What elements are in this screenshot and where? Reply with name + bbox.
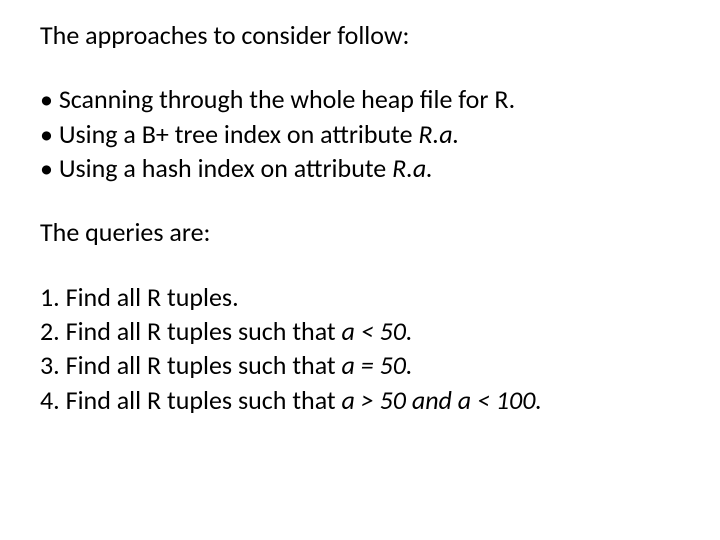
text: 1. Find all R tuples. bbox=[40, 281, 239, 313]
text: • Using a hash index on attribute bbox=[40, 152, 392, 184]
italic-text: a < 50. bbox=[342, 315, 413, 347]
intro-text: The approaches to consider follow: bbox=[40, 18, 680, 52]
query-item: 1. Find all R tuples. bbox=[40, 280, 680, 314]
approach-item: • Using a hash index on attribute R.a. bbox=[40, 151, 680, 185]
slide: The approaches to consider follow: • Sca… bbox=[0, 0, 720, 540]
queries-list: 1. Find all R tuples. 2. Find all R tupl… bbox=[40, 280, 680, 417]
text: 3. Find all R tuples such that bbox=[40, 349, 342, 381]
text: • Scanning through the whole heap file f… bbox=[40, 83, 515, 115]
italic-text: R.a. bbox=[418, 118, 459, 150]
queries-intro-text: The queries are: bbox=[40, 215, 680, 249]
query-item: 4. Find all R tuples such that a > 50 an… bbox=[40, 383, 680, 417]
approach-item: • Using a B+ tree index on attribute R.a… bbox=[40, 117, 680, 151]
approaches-list: • Scanning through the whole heap file f… bbox=[40, 82, 680, 185]
italic-text: a > 50 and a < 100. bbox=[342, 384, 542, 416]
italic-text: a = 50. bbox=[342, 349, 413, 381]
italic-text: R.a. bbox=[392, 152, 433, 184]
text: 2. Find all R tuples such that bbox=[40, 315, 342, 347]
query-item: 3. Find all R tuples such that a = 50. bbox=[40, 348, 680, 382]
approach-item: • Scanning through the whole heap file f… bbox=[40, 82, 680, 116]
text: 4. Find all R tuples such that bbox=[40, 384, 342, 416]
text: • Using a B+ tree index on attribute bbox=[40, 118, 418, 150]
query-item: 2. Find all R tuples such that a < 50. bbox=[40, 314, 680, 348]
